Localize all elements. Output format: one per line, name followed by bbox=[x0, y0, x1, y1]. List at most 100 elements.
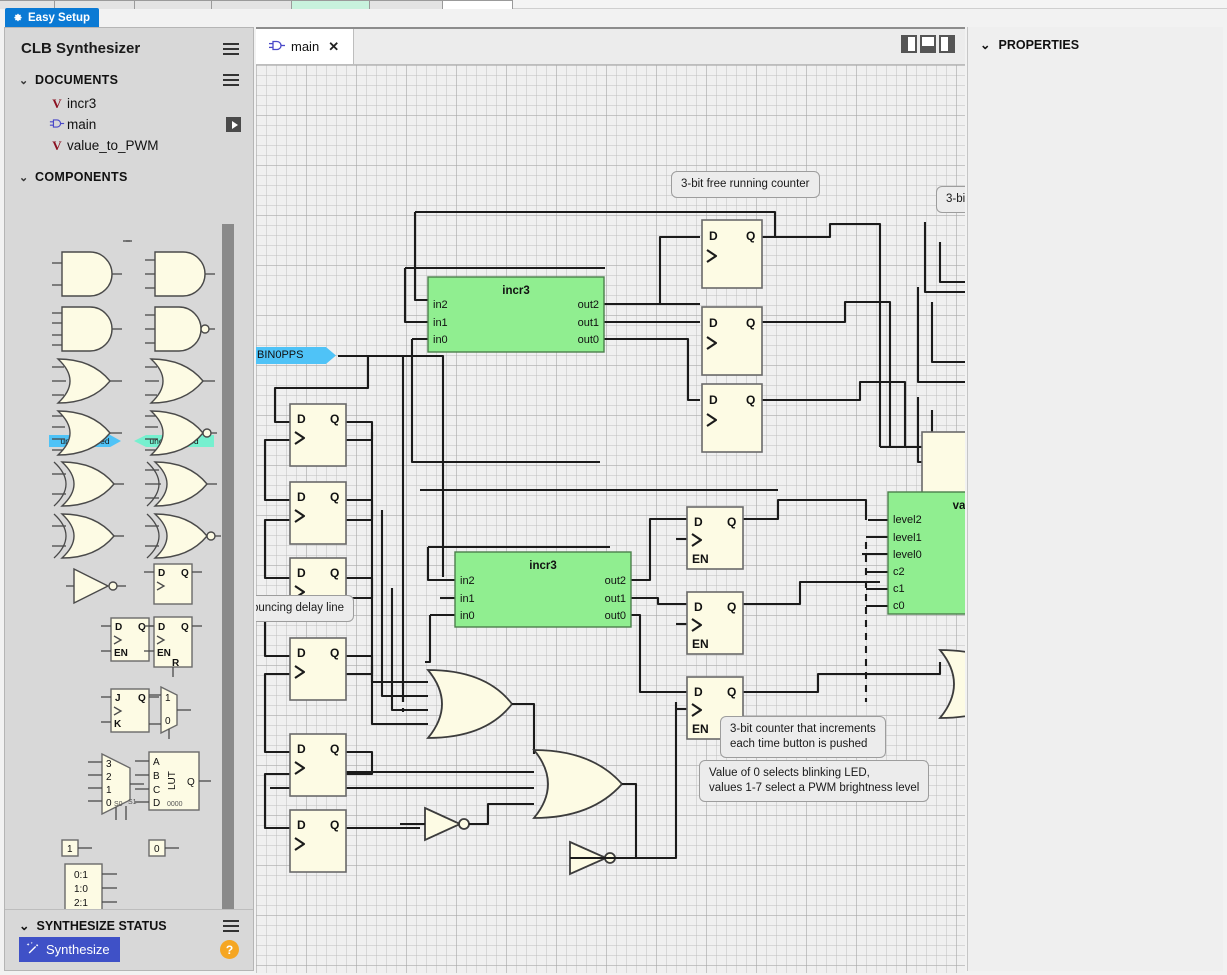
flipflop-left-1: DQ bbox=[289, 403, 347, 467]
svg-text:Q: Q bbox=[181, 568, 189, 579]
svg-text:value: value bbox=[953, 500, 965, 512]
sidebar-menu-icon[interactable] bbox=[223, 42, 239, 55]
schematic-drawing: .w { stroke:#1b1b1b; stroke-width:2.1; f… bbox=[263, 210, 965, 876]
palette-symbols: .gs { fill:#fdfbe4; stroke:#4a4a4a; stro… bbox=[52, 240, 221, 920]
layout-both-button[interactable] bbox=[920, 35, 936, 53]
svg-text:out2: out2 bbox=[605, 575, 626, 587]
panel-title: CLB Synthesizer bbox=[5, 28, 253, 67]
svg-text:out1: out1 bbox=[578, 317, 599, 329]
document-item-value-to-pwm[interactable]: V value_to_PWM bbox=[5, 135, 253, 156]
svg-text:Q: Q bbox=[330, 566, 339, 580]
comment-value-pwm[interactable]: Value of 0 selects blinking LED, values … bbox=[699, 760, 930, 802]
block-incr3-bottom: incr3 in2 in1 in0 out2 out1 out0 bbox=[454, 551, 632, 628]
top-tab-2[interactable] bbox=[135, 0, 212, 9]
document-item-incr3[interactable]: V incr3 bbox=[5, 93, 253, 114]
magic-wand-icon bbox=[26, 941, 40, 958]
svg-text:Q: Q bbox=[138, 693, 146, 704]
svg-text:Q: Q bbox=[330, 646, 339, 660]
gear-icon bbox=[12, 12, 23, 23]
svg-text:incr3: incr3 bbox=[502, 285, 530, 297]
flipflop-en-2: D Q EN bbox=[686, 591, 744, 655]
document-label: incr3 bbox=[67, 96, 97, 111]
svg-text:out0: out0 bbox=[605, 610, 626, 622]
easy-setup-tab[interactable]: Easy Setup bbox=[5, 8, 99, 27]
svg-text:D: D bbox=[694, 685, 703, 699]
top-tab-6[interactable] bbox=[443, 0, 513, 9]
document-label: value_to_PWM bbox=[67, 138, 159, 153]
svg-text:in2: in2 bbox=[433, 299, 448, 311]
svg-text:D: D bbox=[297, 742, 306, 756]
top-tab-3[interactable] bbox=[212, 0, 292, 9]
svg-text:in1: in1 bbox=[433, 317, 448, 329]
palette-scrollbar[interactable] bbox=[222, 224, 234, 942]
synthesize-status-label: SYNTHESIZE STATUS bbox=[36, 918, 167, 933]
svg-text:EN: EN bbox=[692, 637, 709, 651]
svg-text:Q: Q bbox=[746, 316, 755, 330]
chevron-down-icon[interactable]: ⌄ bbox=[19, 918, 29, 933]
svg-text:Q: Q bbox=[746, 229, 755, 243]
svg-text:B: B bbox=[153, 771, 160, 782]
svg-text:EN: EN bbox=[114, 648, 128, 659]
input-port-bin0pps[interactable]: BIN0PPS bbox=[256, 347, 336, 364]
svg-text:D: D bbox=[694, 515, 703, 529]
comment-free-running-counter[interactable]: 3-bit free running counter bbox=[671, 171, 820, 198]
document-item-main[interactable]: main bbox=[5, 114, 253, 135]
layout-right-button[interactable] bbox=[939, 35, 955, 53]
synthesize-menu-icon[interactable] bbox=[223, 919, 239, 932]
documents-label: DOCUMENTS bbox=[35, 73, 119, 87]
top-tab-4[interactable] bbox=[292, 0, 370, 9]
properties-header[interactable]: ⌄ PROPERTIES bbox=[968, 27, 1223, 62]
svg-text:D: D bbox=[297, 646, 306, 660]
layout-left-button[interactable] bbox=[901, 35, 917, 53]
schematic-canvas[interactable]: .w { stroke:#1b1b1b; stroke-width:2.1; f… bbox=[256, 65, 965, 973]
properties-label: PROPERTIES bbox=[998, 37, 1080, 52]
svg-text:D: D bbox=[297, 818, 306, 832]
svg-text:0000: 0000 bbox=[167, 801, 183, 808]
run-document-button[interactable] bbox=[226, 117, 241, 132]
comment-debouncing-delay-line[interactable]: ouncing delay line bbox=[256, 595, 355, 622]
svg-text:D: D bbox=[158, 568, 165, 579]
svg-text:0:1: 0:1 bbox=[74, 870, 88, 881]
svg-text:level1: level1 bbox=[893, 532, 922, 544]
palette-scrollbar-thumb[interactable] bbox=[222, 224, 234, 940]
svg-text:2: 2 bbox=[106, 772, 112, 783]
documents-menu-icon[interactable] bbox=[223, 74, 239, 86]
chevron-down-icon[interactable]: ⌄ bbox=[19, 171, 29, 184]
comment-3bit-counter[interactable]: 3-bit counter that increments each time … bbox=[720, 716, 886, 758]
components-palette: unconfigured unconfigured .gs { fill:#fd… bbox=[6, 224, 253, 942]
svg-text:out0: out0 bbox=[578, 334, 599, 346]
documents-section-header[interactable]: ⌄ DOCUMENTS bbox=[5, 67, 253, 92]
svg-text:LUT: LUT bbox=[167, 771, 178, 790]
svg-text:3: 3 bbox=[106, 759, 112, 770]
svg-text:c0: c0 bbox=[893, 600, 905, 612]
svg-text:D: D bbox=[297, 566, 306, 580]
svg-text:Q: Q bbox=[330, 742, 339, 756]
tab-main[interactable]: main ✕ bbox=[256, 29, 354, 64]
svg-text:D: D bbox=[158, 622, 165, 633]
svg-text:D: D bbox=[694, 600, 703, 614]
svg-text:c1: c1 bbox=[893, 583, 905, 595]
svg-text:2:1: 2:1 bbox=[74, 898, 88, 909]
editor-tabbar: main ✕ bbox=[256, 29, 965, 65]
chevron-down-icon[interactable]: ⌄ bbox=[980, 37, 990, 52]
synthesize-status-header[interactable]: ⌄ SYNTHESIZE STATUS bbox=[5, 910, 253, 937]
svg-text:1: 1 bbox=[165, 693, 171, 704]
svg-text:K: K bbox=[114, 719, 122, 730]
svg-text:EN: EN bbox=[692, 722, 709, 736]
top-tab-5[interactable] bbox=[370, 0, 443, 9]
easy-setup-label: Easy Setup bbox=[28, 11, 90, 24]
verilog-icon: V bbox=[52, 95, 62, 111]
help-icon[interactable]: ? bbox=[220, 940, 239, 959]
svg-text:C: C bbox=[153, 785, 160, 796]
block-value-to-pwm: value level2 level1 level0 c2 c1 c0 bbox=[887, 491, 965, 615]
synthesize-button[interactable]: Synthesize bbox=[19, 937, 120, 962]
flipflop-left-2: DQ bbox=[289, 481, 347, 545]
svg-text:Q: Q bbox=[746, 393, 755, 407]
svg-text:0: 0 bbox=[154, 844, 160, 855]
top-tab-strip bbox=[0, 0, 1227, 9]
comment-3bit-partial[interactable]: 3-bi bbox=[936, 186, 965, 213]
chevron-down-icon[interactable]: ⌄ bbox=[19, 74, 29, 87]
close-icon[interactable]: ✕ bbox=[328, 39, 339, 55]
components-section-header[interactable]: ⌄ COMPONENTS bbox=[5, 164, 253, 189]
svg-text:1: 1 bbox=[106, 785, 112, 796]
